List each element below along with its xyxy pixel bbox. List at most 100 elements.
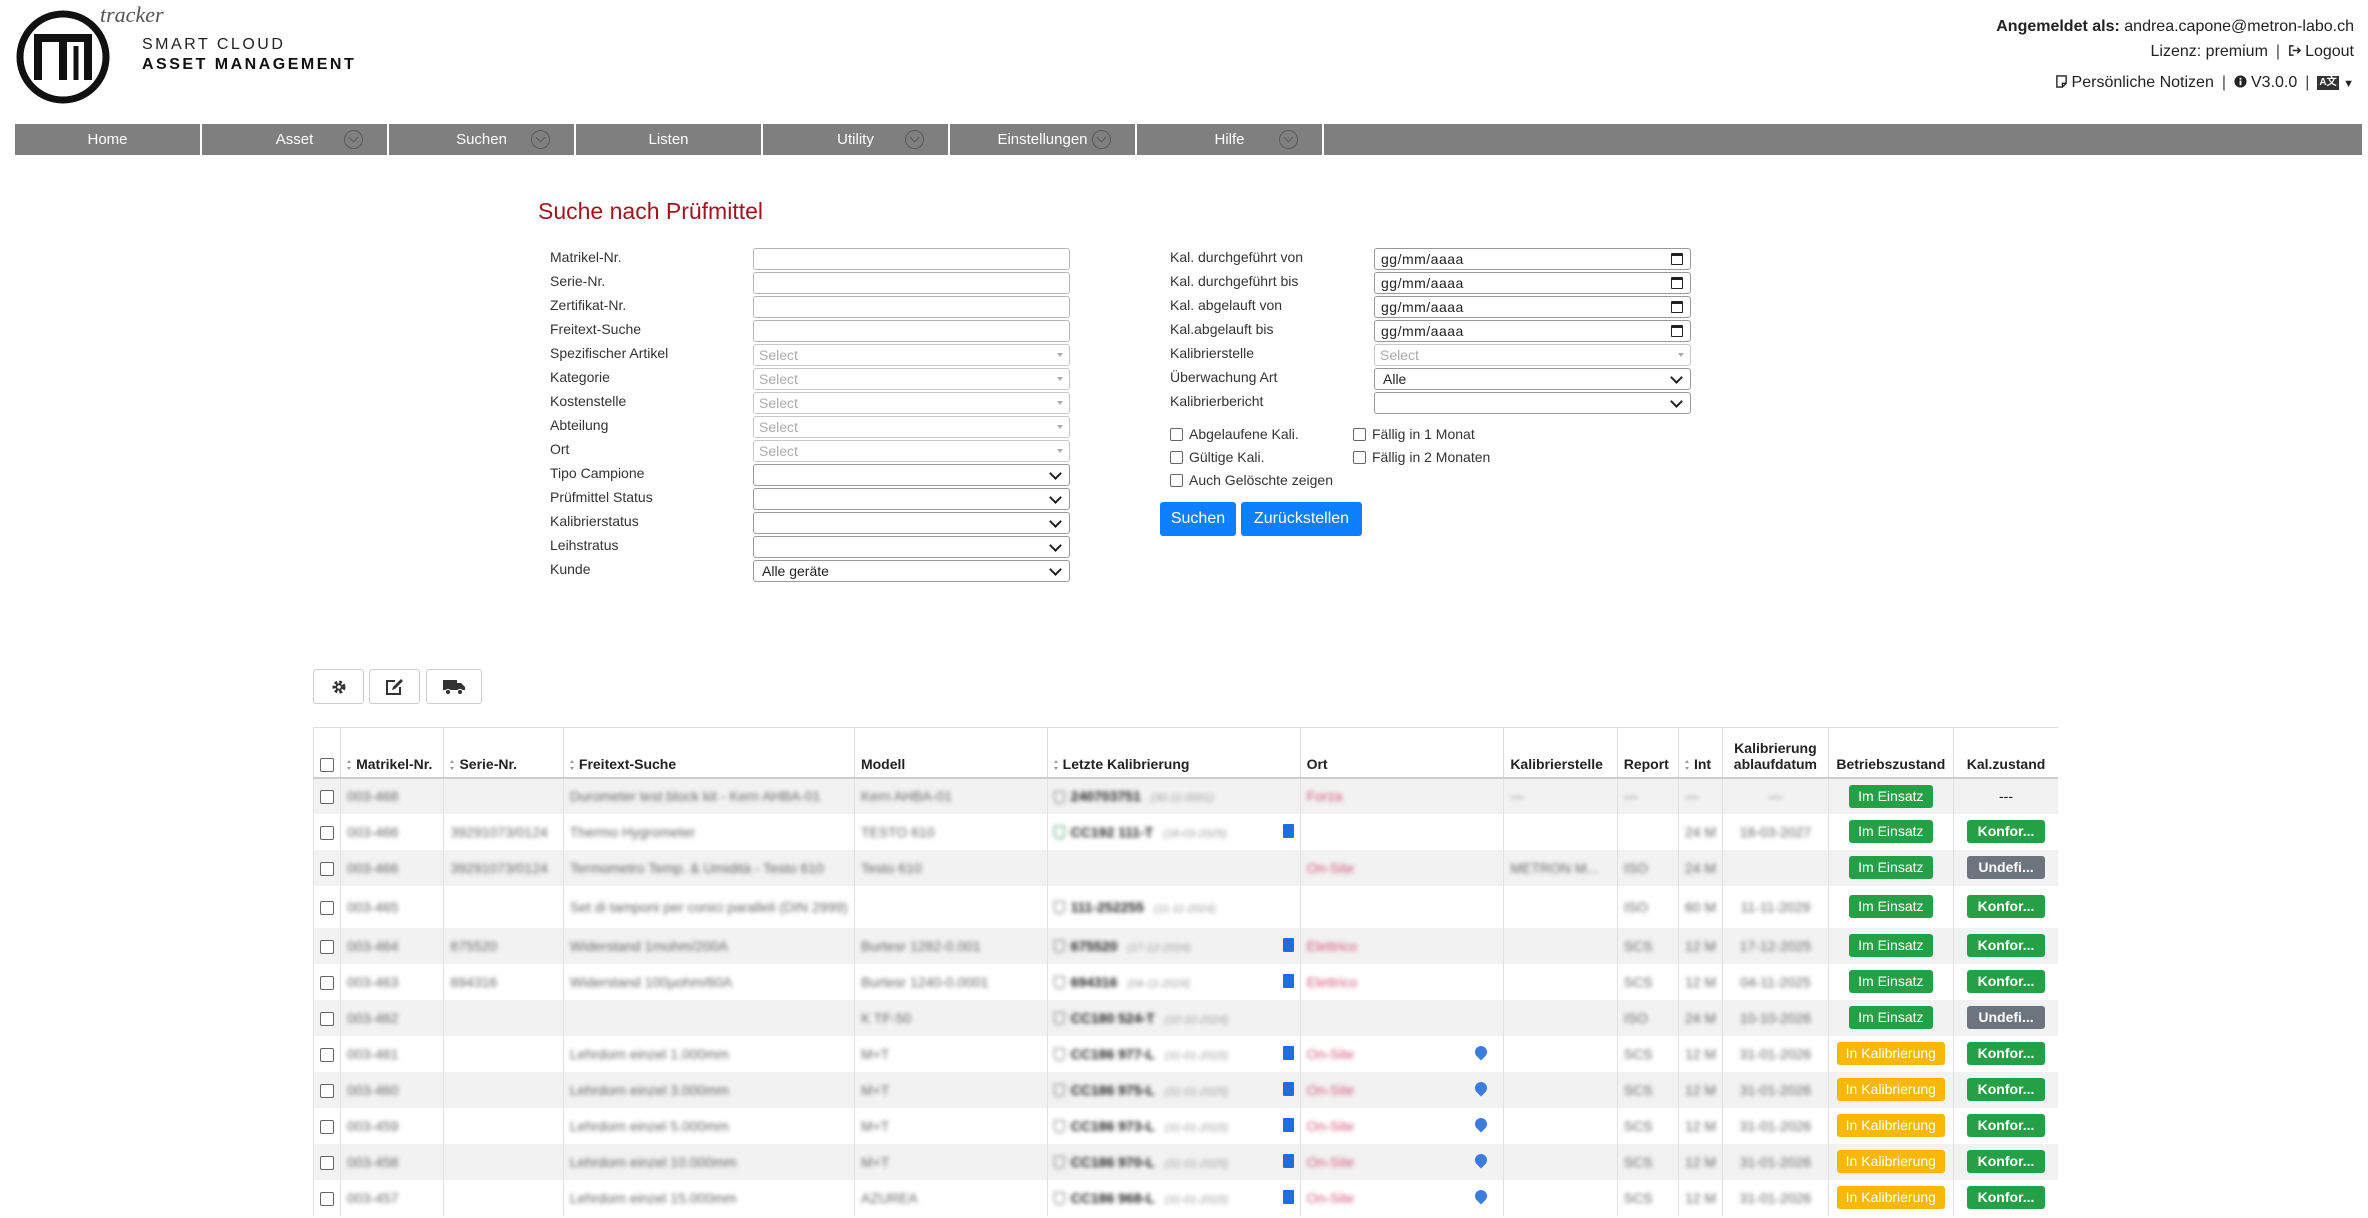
- kal-info[interactable]: CC186 968-L (31-01-2025): [1053, 1190, 1228, 1206]
- row-select[interactable]: [312, 1179, 341, 1216]
- table-row[interactable]: 003-460 Lehrdorn einzel 3.000mm M+T CC186 9…: [312, 1071, 2058, 1108]
- location-pin-icon[interactable]: [1472, 1187, 1490, 1204]
- checkbox[interactable]: [320, 1011, 335, 1026]
- location-pin-icon[interactable]: [1472, 1115, 1490, 1132]
- document-icon[interactable]: [1282, 823, 1294, 838]
- search-button[interactable]: Suchen: [1160, 502, 1236, 536]
- status-badge[interactable]: Im Einsatz: [1849, 970, 1933, 993]
- cb-expired[interactable]: Abgelaufene Kali.: [1170, 426, 1299, 442]
- row-select[interactable]: [312, 1035, 341, 1072]
- checkbox[interactable]: [1353, 450, 1366, 464]
- checkbox[interactable]: [320, 1083, 335, 1098]
- checkbox[interactable]: [320, 757, 335, 772]
- checkbox[interactable]: [320, 825, 335, 840]
- select-input[interactable]: Select: [753, 368, 1070, 390]
- checkbox[interactable]: [320, 975, 335, 990]
- table-row[interactable]: 003-465 Set di tamponi per conici paralle…: [312, 885, 2058, 928]
- nav-item-home[interactable]: Home: [15, 124, 202, 155]
- row-select[interactable]: [312, 1143, 341, 1180]
- document-icon[interactable]: [1282, 1189, 1294, 1204]
- status-badge[interactable]: In Kalibrierung: [1836, 1186, 1945, 1209]
- select-input[interactable]: Select: [753, 416, 1070, 438]
- nav-item-einstellungen[interactable]: Einstellungen: [950, 124, 1137, 155]
- date-input[interactable]: gg/mm/aaaa: [1374, 248, 1691, 270]
- checkbox[interactable]: [320, 900, 335, 915]
- col-ablauf[interactable]: Kalibrierung ablaufdatum: [1722, 727, 1829, 779]
- kal-status-badge[interactable]: Konfor...: [1967, 820, 2046, 843]
- dropdown-select[interactable]: [1374, 392, 1691, 414]
- select-input[interactable]: Select: [753, 440, 1070, 462]
- dropdown-select[interactable]: Alle geräte: [753, 560, 1070, 582]
- row-select[interactable]: [312, 999, 341, 1036]
- kal-status-badge[interactable]: Konfor...: [1967, 1114, 2046, 1137]
- checkbox[interactable]: [320, 1155, 335, 1170]
- checkbox[interactable]: [1170, 450, 1183, 464]
- select-input[interactable]: Select: [753, 392, 1070, 414]
- location-pin-icon[interactable]: [1472, 1043, 1490, 1060]
- document-icon[interactable]: [1282, 937, 1294, 952]
- dropdown-select[interactable]: [753, 536, 1070, 558]
- document-icon[interactable]: [1282, 1117, 1294, 1132]
- status-badge[interactable]: In Kalibrierung: [1836, 1114, 1945, 1137]
- document-icon[interactable]: [1282, 1045, 1294, 1060]
- document-icon[interactable]: [1282, 1153, 1294, 1168]
- checkbox[interactable]: [320, 1119, 335, 1134]
- row-select[interactable]: [312, 813, 341, 850]
- text-input[interactable]: [753, 248, 1070, 270]
- kal-status-badge[interactable]: Konfor...: [1967, 1042, 2046, 1065]
- dropdown-select[interactable]: [753, 464, 1070, 486]
- truck-button[interactable]: [426, 669, 482, 704]
- language-switch[interactable]: A文 ▼: [2317, 74, 2354, 91]
- status-badge[interactable]: Im Einsatz: [1849, 784, 1933, 808]
- col-report[interactable]: Report: [1616, 727, 1679, 779]
- logout-link[interactable]: Logout: [2288, 43, 2354, 60]
- cb-due1[interactable]: Fällig in 1 Monat: [1353, 426, 1475, 442]
- row-select[interactable]: [312, 1071, 341, 1108]
- kal-status-badge[interactable]: Undefi...: [1967, 856, 2046, 879]
- kal-info[interactable]: 240703751 (30-11-0001): [1053, 788, 1214, 804]
- table-row[interactable]: 003-461 Lehrdorn einzel 1.000mm M+T CC186 9…: [312, 1035, 2058, 1072]
- col-matrikel[interactable]: Matrikel-Nr.: [340, 727, 444, 779]
- col-int[interactable]: Int: [1677, 727, 1723, 779]
- table-row[interactable]: 003-468 Durometer test block kit - Kern A…: [312, 777, 2058, 814]
- checkbox[interactable]: [1353, 427, 1366, 441]
- table-row[interactable]: 003-462 K TF-50 CC180 524-T (10-10-2024) ISO…: [312, 999, 2058, 1036]
- kal-info[interactable]: CC186 975-L (31-01-2025): [1053, 1082, 1228, 1098]
- kal-status-badge[interactable]: Konfor...: [1967, 1150, 2046, 1173]
- col-modell[interactable]: Modell: [853, 727, 1048, 779]
- status-badge[interactable]: In Kalibrierung: [1836, 1042, 1945, 1065]
- kal-info[interactable]: 111-252255 (11-11-2024): [1053, 899, 1216, 915]
- checkbox[interactable]: [320, 790, 335, 805]
- col-letzte-kal[interactable]: Letzte Kalibrierung: [1046, 727, 1301, 779]
- document-icon[interactable]: [1282, 1081, 1294, 1096]
- dropdown-select[interactable]: [753, 512, 1070, 534]
- table-row[interactable]: 003-458 Lehrdorn einzel 10.000mm M+T CC186 …: [312, 1143, 2058, 1180]
- select-input[interactable]: Select: [753, 344, 1070, 366]
- checkbox[interactable]: [320, 1047, 335, 1062]
- table-row[interactable]: 003-464 675520 Widerstand 1mohm/200A Burtes…: [312, 927, 2058, 964]
- text-input[interactable]: [753, 272, 1070, 294]
- cb-deleted[interactable]: Auch Gelöschte zeigen: [1170, 472, 1333, 488]
- notes-link[interactable]: Persönliche Notizen: [2055, 74, 2214, 91]
- status-badge[interactable]: Im Einsatz: [1849, 895, 1933, 918]
- checkbox[interactable]: [1170, 427, 1183, 441]
- kal-info[interactable]: CC180 524-T (10-10-2024): [1053, 1010, 1228, 1026]
- date-input[interactable]: gg/mm/aaaa: [1374, 272, 1691, 294]
- kal-info[interactable]: CC186 970-L (31-01-2025): [1053, 1154, 1228, 1170]
- location-pin-icon[interactable]: [1472, 1151, 1490, 1168]
- checkbox[interactable]: [320, 861, 335, 876]
- nav-item-suchen[interactable]: Suchen: [389, 124, 576, 155]
- status-badge[interactable]: Im Einsatz: [1849, 1006, 1933, 1029]
- row-select[interactable]: [312, 927, 341, 964]
- status-badge[interactable]: Im Einsatz: [1849, 934, 1933, 957]
- kal-status-badge[interactable]: Undefi...: [1967, 1006, 2046, 1029]
- col-kalzustand[interactable]: Kal.zustand: [1953, 727, 2058, 779]
- row-select[interactable]: [312, 963, 341, 1000]
- select-input[interactable]: Select: [1374, 344, 1691, 366]
- kal-status-badge[interactable]: Konfor...: [1967, 970, 2046, 993]
- location-pin-icon[interactable]: [1472, 1079, 1490, 1096]
- col-kalstelle[interactable]: Kalibrierstelle: [1503, 727, 1618, 779]
- dropdown-select[interactable]: Alle: [1374, 368, 1691, 390]
- edit-button[interactable]: [369, 669, 420, 704]
- kal-info[interactable]: CC186 973-L (31-01-2025): [1053, 1118, 1228, 1134]
